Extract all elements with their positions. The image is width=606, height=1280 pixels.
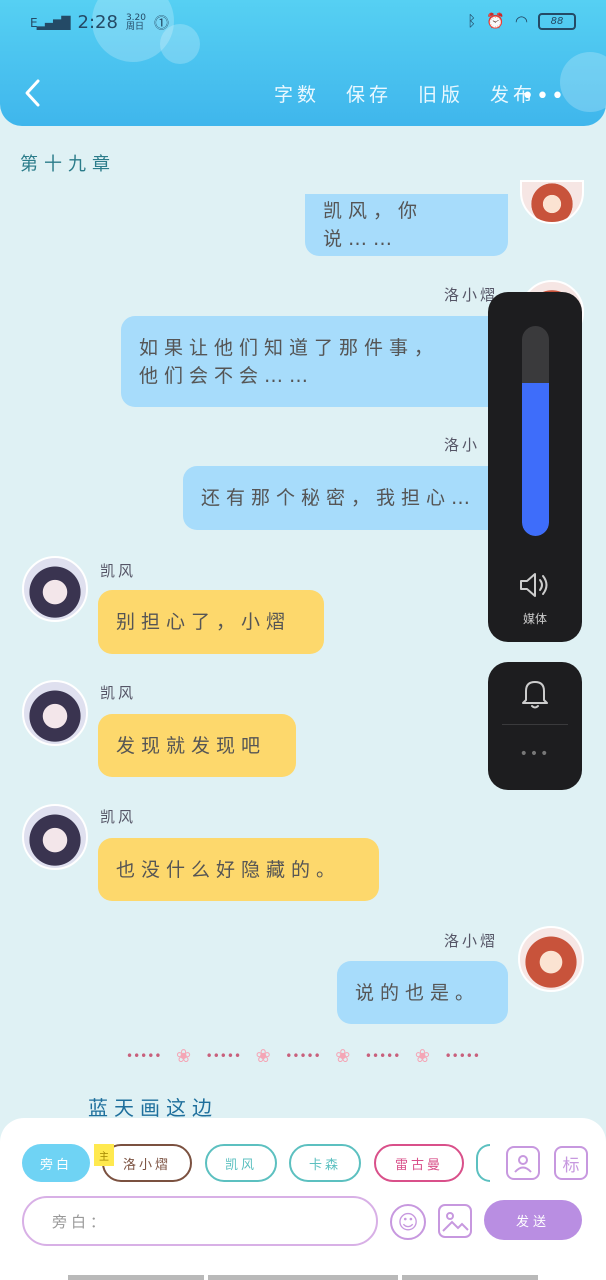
image-icon[interactable] (438, 1204, 472, 1238)
status-bar: E▂▄▆█ 2:28 3.20 周日 ⓵ ᛒ ⏰ ◠ 88 (30, 8, 576, 38)
divider (502, 724, 568, 725)
message-bubble[interactable]: 如果让他们知道了那件事， 他们会不会…… (121, 316, 508, 407)
save-button[interactable]: 保存 (346, 80, 392, 107)
section-divider: ••••• ❀ ••••• ❀ ••••• ❀ ••••• ❀ ••••• (126, 1045, 480, 1067)
speaker-name: 凯风 (100, 808, 137, 826)
data-saver-icon: ⓵ (153, 14, 169, 32)
speaker-name: 凯风 (100, 684, 137, 702)
signal-icon: E▂▄▆█ (30, 15, 71, 30)
character-manage-button[interactable] (506, 1146, 540, 1180)
old-version-button[interactable]: 旧版 (418, 80, 464, 107)
alarm-icon: ⏰ (486, 12, 505, 30)
role-chip-partial[interactable] (476, 1144, 490, 1182)
message-bubble[interactable]: 凯风，你说…… (305, 194, 508, 256)
author-signature: 蓝天画这边 (88, 1096, 218, 1120)
emoji-icon[interactable]: ☺ (390, 1204, 426, 1240)
decor-bubble (560, 52, 606, 112)
flower-icon: ❀ (335, 1045, 351, 1067)
top-header: E▂▄▆█ 2:28 3.20 周日 ⓵ ᛒ ⏰ ◠ 88 字数 保存 旧版 发布… (0, 0, 606, 126)
role-chip-kaifeng[interactable]: 凯风 (205, 1144, 277, 1182)
nav-bar-segment (68, 1275, 204, 1280)
avatar[interactable] (518, 926, 584, 992)
back-button[interactable] (22, 78, 44, 108)
speaker-name: 凯风 (100, 562, 137, 580)
volume-slider[interactable] (522, 326, 549, 536)
flower-icon: ❀ (255, 1045, 271, 1067)
word-count-button[interactable]: 字数 (274, 80, 320, 107)
role-chip-kasen[interactable]: 卡森 (289, 1144, 361, 1182)
role-chip-narrator[interactable]: 旁白 (22, 1144, 90, 1182)
avatar[interactable] (520, 180, 584, 224)
wifi-icon: ◠ (514, 12, 528, 30)
message-line: 如果让他们知道了那件事， (139, 336, 440, 359)
message-bubble[interactable]: 也没什么好隐藏的。 (98, 838, 379, 901)
ringer-panel: ••• (488, 662, 582, 790)
message-bubble[interactable]: 还有那个秘密，我担心… (183, 466, 508, 530)
avatar[interactable] (22, 680, 88, 746)
avatar[interactable] (22, 804, 88, 870)
role-chip-luo-xiaoyi[interactable]: 洛小熠 (102, 1144, 192, 1182)
nav-bar-segment (402, 1275, 538, 1280)
main-character-badge: 主 (94, 1144, 114, 1166)
chapter-title: 第十九章 (20, 154, 116, 175)
person-icon (514, 1155, 532, 1173)
more-menu-button[interactable]: ••• (521, 84, 566, 109)
avatar[interactable] (22, 556, 88, 622)
speaker-name: 洛小 (444, 436, 481, 454)
message-line: 他们会不会…… (139, 364, 315, 387)
battery-icon: 88 (538, 12, 576, 30)
picture-icon (442, 1212, 469, 1232)
header-toolbar: 字数 保存 旧版 发布 (274, 80, 536, 107)
status-date: 3.20 周日 (125, 12, 146, 32)
nav-bar-segment (208, 1275, 398, 1280)
volume-panel: 媒体 (488, 292, 582, 642)
volume-slider-fill (522, 382, 549, 536)
speaker-icon[interactable] (518, 570, 552, 600)
message-bubble[interactable]: 说的也是。 (337, 961, 508, 1024)
flower-icon: ❀ (175, 1045, 192, 1067)
bell-icon[interactable] (520, 676, 550, 710)
tag-button[interactable]: 标 (554, 1146, 588, 1180)
send-button[interactable]: 发送 (484, 1200, 582, 1240)
more-icon[interactable]: ••• (488, 746, 582, 762)
message-bubble[interactable]: 发现就发现吧 (98, 714, 296, 777)
message-input[interactable]: 旁白： (22, 1196, 378, 1246)
speaker-name: 洛小熠 (444, 932, 499, 950)
chevron-left-icon (25, 79, 40, 107)
status-time: 2:28 (77, 12, 118, 33)
bluetooth-icon: ᛒ (467, 12, 477, 30)
role-chip-leiguman[interactable]: 雷古曼 (374, 1144, 464, 1182)
flower-icon: ❀ (414, 1045, 430, 1067)
volume-label: 媒体 (522, 612, 547, 626)
message-bubble[interactable]: 别担心了，小熠 (98, 590, 324, 654)
composer-panel: 旁白 洛小熠 主 凯风 卡森 雷古曼 标 旁白： ☺ 发送 (0, 1118, 606, 1280)
